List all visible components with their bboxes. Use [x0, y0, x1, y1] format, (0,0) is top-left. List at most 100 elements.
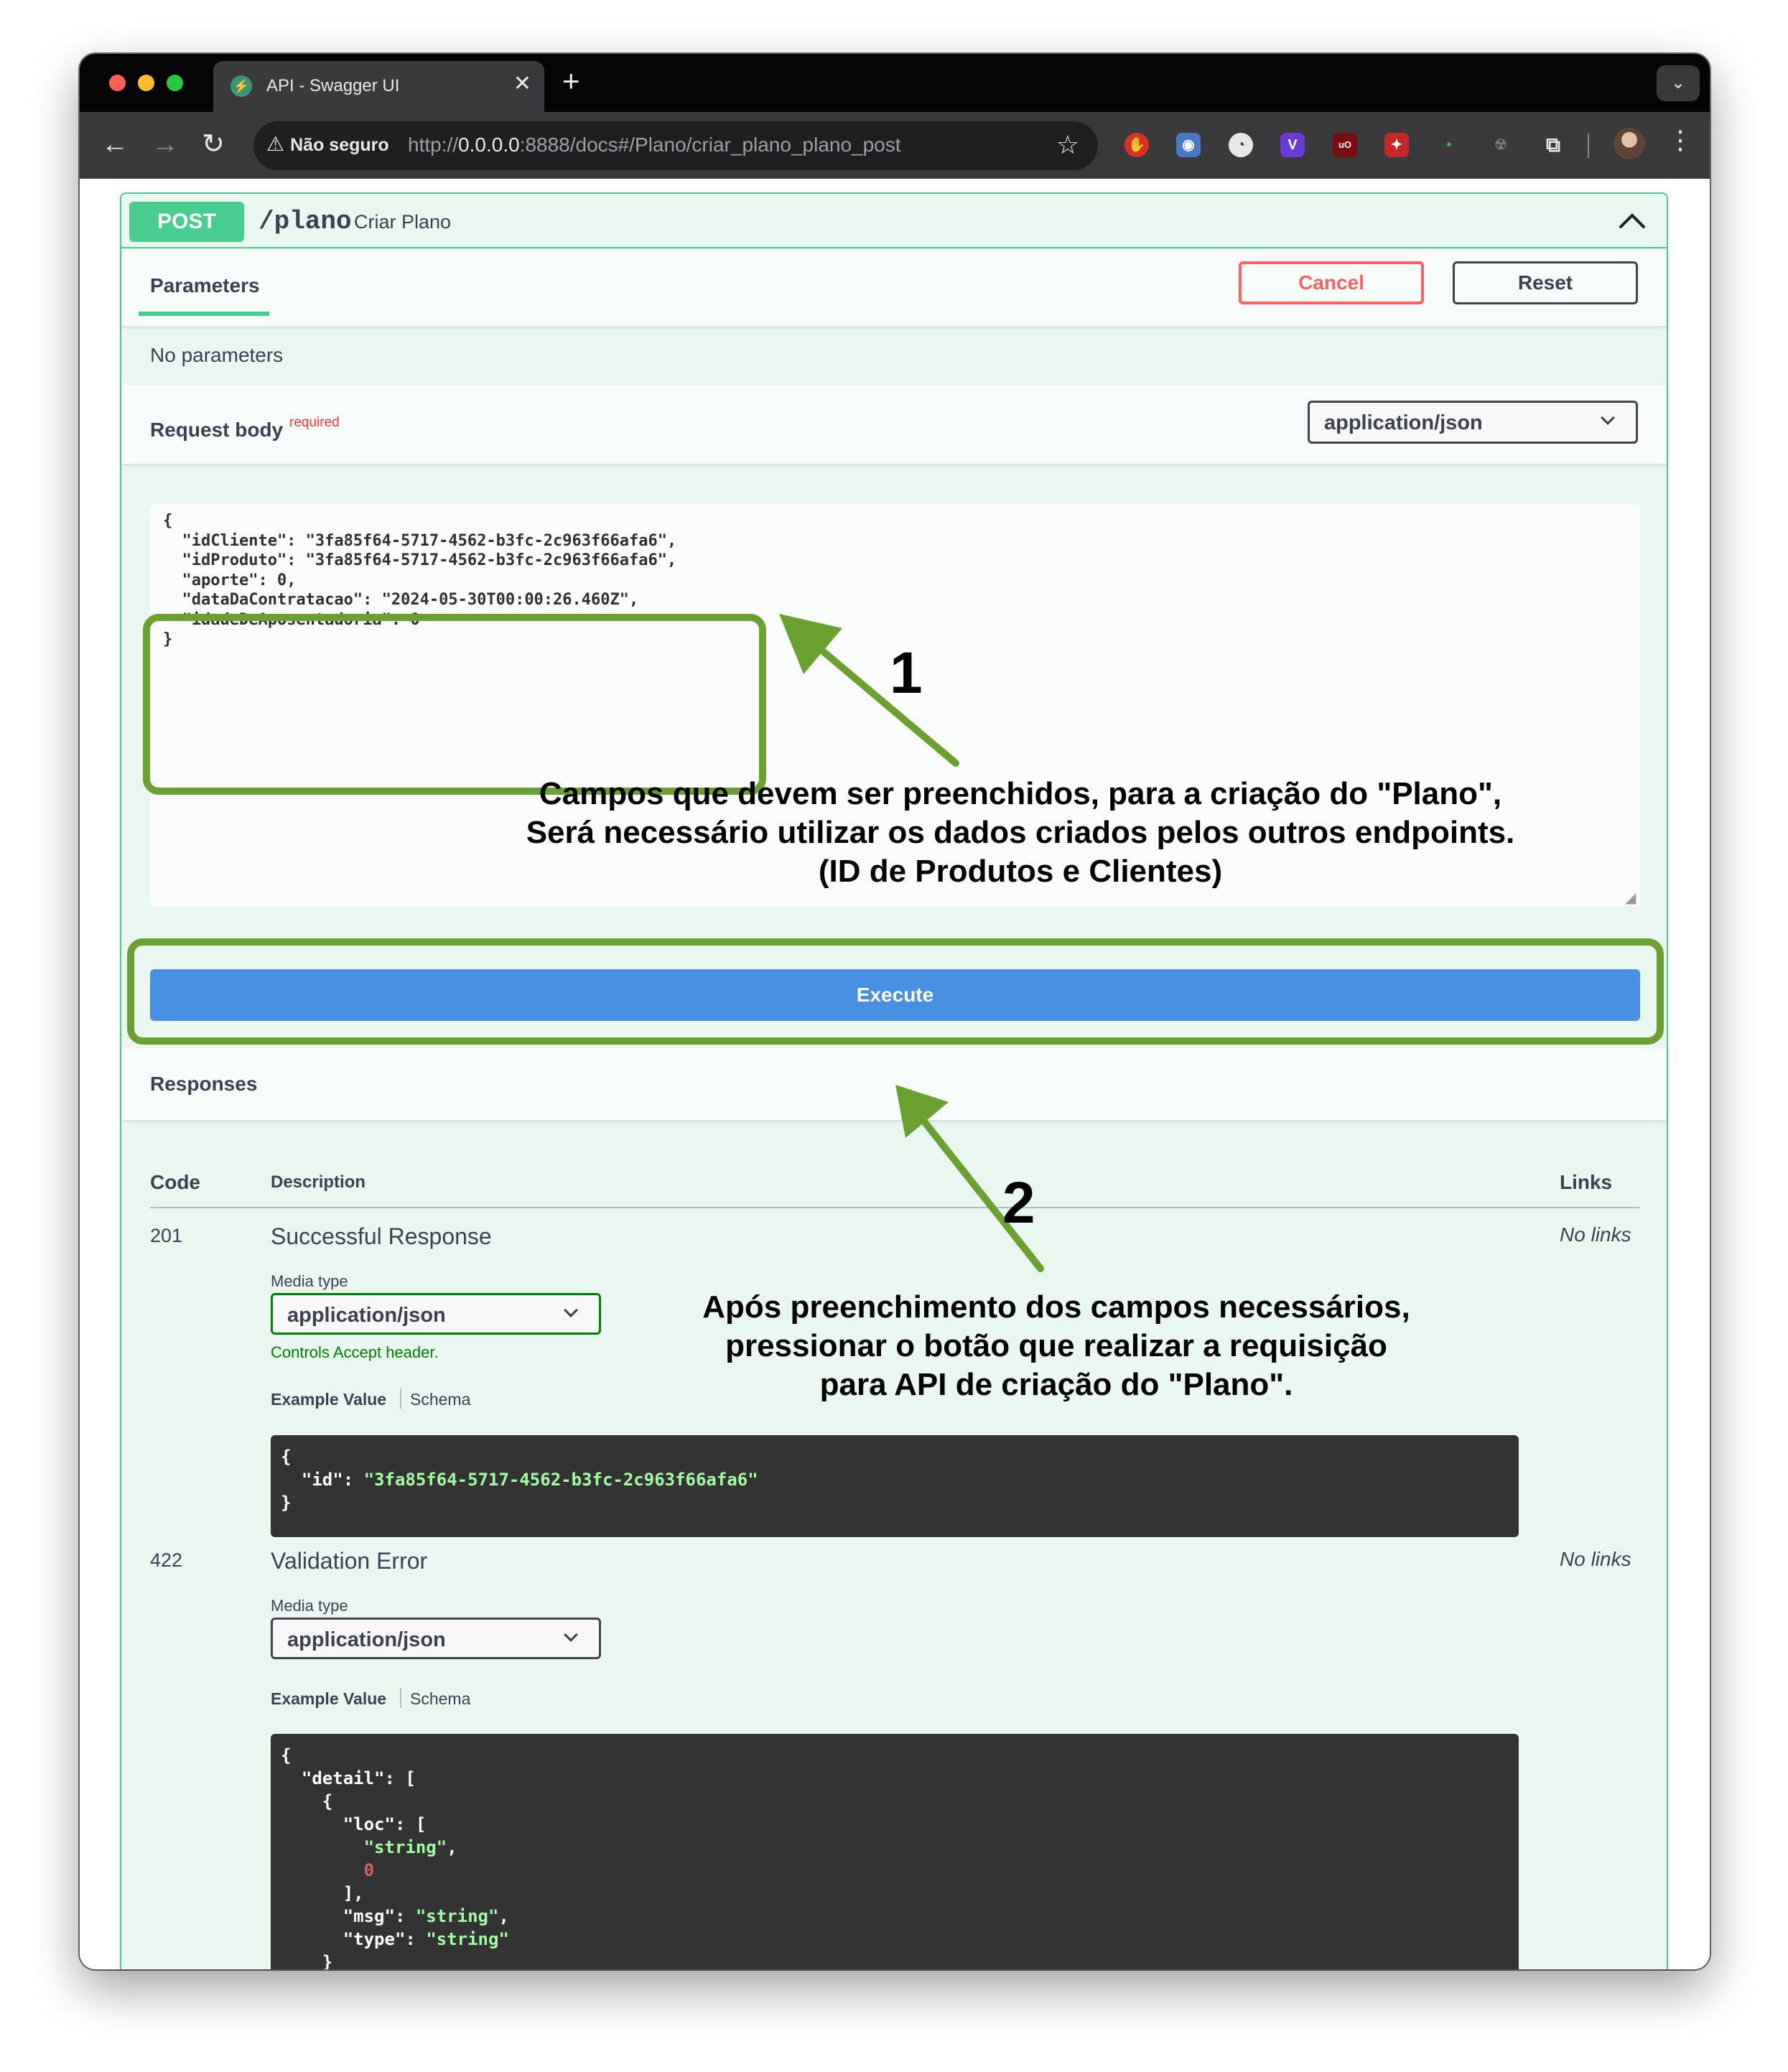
url-scheme: http:// [408, 134, 459, 156]
response-media-type-select[interactable]: application/json [271, 1293, 601, 1335]
extension-wand-icon[interactable]: ✦ [1384, 133, 1409, 157]
extension-hand-icon[interactable]: ✋ [1125, 133, 1149, 157]
json-key: "loc" [343, 1814, 395, 1834]
post-plano-operation: POST /plano Criar Plano Parameters Cance… [120, 192, 1668, 1969]
minimize-window-button[interactable] [138, 75, 154, 91]
example-value-tab[interactable]: Example Value [271, 1390, 386, 1409]
json-string: "string" [415, 1906, 499, 1926]
response-links: No links [1560, 1548, 1631, 1570]
json-punct: : [ [384, 1768, 416, 1788]
tab-parameters[interactable]: Parameters [150, 274, 260, 297]
reset-button[interactable]: Reset [1453, 261, 1638, 304]
example-value-tab[interactable]: Example Value [271, 1689, 386, 1709]
not-secure-chip[interactable]: ⚠ Não seguro [266, 132, 389, 156]
json-key: "msg" [343, 1906, 395, 1926]
json-punct: : [ [394, 1814, 427, 1834]
tab-separator [400, 1688, 401, 1708]
media-type-label: Media type [271, 1272, 348, 1290]
tab-search-button[interactable]: ⌄ [1657, 65, 1700, 101]
extension-radiation-icon[interactable]: ☢ [1489, 133, 1513, 157]
extension-screenshot-icon[interactable]: ◉ [1176, 133, 1201, 157]
json-string: "string" [363, 1837, 447, 1857]
warning-icon: ⚠ [266, 133, 285, 155]
extensions-puzzle-icon[interactable]: ⧉ [1541, 133, 1565, 157]
column-description: Description [271, 1172, 366, 1192]
active-tab-indicator [139, 312, 269, 316]
response-description: Validation Error [271, 1548, 428, 1574]
json-punct: ], [343, 1883, 364, 1903]
back-arrow-icon[interactable]: ← [101, 126, 129, 162]
response-code: 201 [150, 1225, 183, 1246]
profile-avatar[interactable] [1614, 128, 1645, 159]
response-description: Successful Response [271, 1223, 492, 1249]
close-window-button[interactable] [109, 75, 126, 91]
parameters-header: Parameters Cancel Reset [121, 250, 1667, 326]
json-brace: { [281, 1745, 292, 1765]
toolbar-divider [1588, 134, 1589, 158]
url-host: 0.0.0.0 [458, 134, 520, 156]
maximize-window-button[interactable] [167, 75, 183, 91]
request-body-json[interactable]: { "idCliente": "3fa85f64-5717-4562-b3fc-… [163, 511, 676, 650]
annotation-marker-1: 1 [890, 640, 923, 706]
resize-handle-icon[interactable]: ◢ [1625, 889, 1636, 907]
swagger-page: POST /plano Criar Plano Parameters Cance… [80, 179, 1710, 1969]
annotation-note-1: Campos que devem ser preenchidos, para a… [460, 775, 1580, 891]
json-brace: { [322, 1791, 333, 1811]
new-tab-button[interactable]: + [562, 64, 580, 98]
responses-table-divider [150, 1207, 1640, 1208]
json-brace: } [322, 1952, 333, 1969]
schema-tab[interactable]: Schema [410, 1390, 470, 1409]
bookmark-star-icon[interactable]: ☆ [1056, 130, 1079, 160]
json-brace: } [281, 1493, 292, 1513]
json-number: 0 [363, 1860, 375, 1880]
json-string: "3fa85f64-5717-4562-b3fc-2c963f66afa6" [363, 1470, 758, 1490]
no-parameters-text: No parameters [150, 344, 284, 366]
extension-v-icon[interactable]: V [1280, 133, 1305, 157]
browser-tab[interactable]: ⚡ API - Swagger UI ✕ [213, 61, 544, 112]
json-brace: { [281, 1447, 292, 1467]
reload-icon[interactable]: ↻ [202, 126, 225, 162]
note2-line2: pressionar o botão que realizar a requis… [725, 1328, 1387, 1363]
endpoint-path: /plano [259, 207, 352, 236]
extension-ublock-icon[interactable]: uO [1333, 133, 1357, 157]
note1-line1: Campos que devem ser preenchidos, para a… [539, 776, 1502, 811]
extension-dot-icon[interactable]: • [1437, 133, 1461, 157]
column-links: Links [1560, 1171, 1613, 1193]
response-code: 422 [150, 1549, 183, 1571]
annotation-note-2: Após preenchimento dos campos necessário… [625, 1288, 1487, 1404]
chevron-up-icon[interactable] [1615, 204, 1649, 238]
request-body-label: Request body [150, 419, 284, 441]
request-body-header: Request body required application/json [121, 385, 1667, 464]
schema-tab[interactable]: Schema [410, 1689, 470, 1709]
json-string: "string" [426, 1929, 509, 1949]
screenshot-stage: ⚡ API - Swagger UI ✕ + ⌄ ← → ↻ ⚠ Não segu… [0, 0, 1788, 2072]
address-bar[interactable]: ⚠ Não seguro http://0.0.0.0:8888/docs#/Pl… [253, 121, 1098, 170]
json-key: "id" [301, 1470, 343, 1490]
annotation-marker-2: 2 [1002, 1170, 1035, 1236]
json-key: "type" [343, 1929, 406, 1949]
response-links: No links [1560, 1223, 1631, 1246]
tab-close-icon[interactable]: ✕ [513, 71, 531, 96]
required-badge: required [289, 415, 340, 430]
operation-summary[interactable]: POST /plano Criar Plano [121, 194, 1667, 248]
browser-window: ⚡ API - Swagger UI ✕ + ⌄ ← → ↻ ⚠ Não segu… [80, 54, 1710, 1969]
forward-arrow-icon[interactable]: → [152, 126, 179, 162]
media-type-value: application/json [287, 1304, 446, 1327]
swagger-favicon-icon: ⚡ [231, 75, 252, 97]
browser-menu-icon[interactable]: ⋮ [1667, 125, 1693, 155]
note2-line1: Após preenchimento dos campos necessário… [702, 1289, 1410, 1325]
not-secure-label: Não seguro [290, 135, 389, 155]
note1-line3: (ID de Produtos e Clientes) [818, 854, 1223, 889]
media-type-value: application/json [287, 1628, 446, 1651]
tab-title: API - Swagger UI [266, 76, 400, 95]
execute-button[interactable]: Execute [150, 969, 1640, 1021]
extension-gauge-icon[interactable]: ◔ [1229, 133, 1253, 157]
tab-separator [400, 1389, 401, 1409]
content-type-value: application/json [1324, 411, 1483, 434]
url-text[interactable]: http://0.0.0.0:8888/docs#/Plano/criar_pl… [408, 134, 901, 157]
response-media-type-select[interactable]: application/json [271, 1618, 601, 1659]
content-type-select[interactable]: application/json [1308, 401, 1638, 444]
cancel-button[interactable]: Cancel [1239, 261, 1424, 304]
responses-title: Responses [150, 1073, 258, 1095]
tab-strip: ⚡ API - Swagger UI ✕ + ⌄ [80, 54, 1710, 112]
